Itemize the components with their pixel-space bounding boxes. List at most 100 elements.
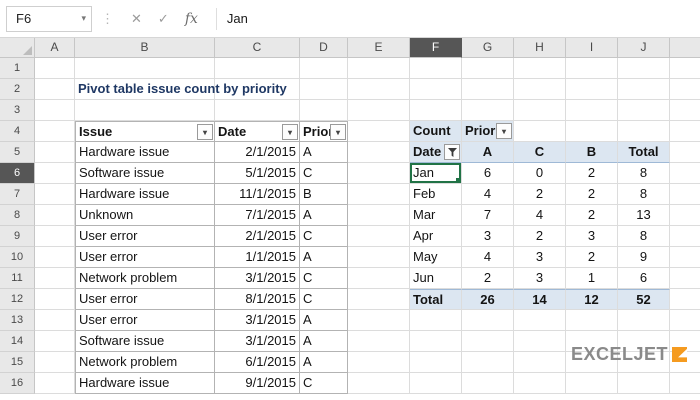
- cell-D11[interactable]: C: [300, 268, 348, 289]
- cell-E16[interactable]: [348, 373, 410, 394]
- cell-G16[interactable]: [462, 373, 514, 394]
- cell-F13[interactable]: [410, 310, 462, 331]
- cell-G2[interactable]: [462, 79, 514, 100]
- cell-C12[interactable]: 8/1/2015: [215, 289, 300, 310]
- cell-D12[interactable]: C: [300, 289, 348, 310]
- cell-G12[interactable]: 26: [462, 289, 514, 310]
- row-header-16[interactable]: 16: [0, 373, 35, 394]
- cell-B11[interactable]: Network problem: [75, 268, 215, 289]
- cell-C5[interactable]: 2/1/2015: [215, 142, 300, 163]
- cell-I2[interactable]: [566, 79, 618, 100]
- cell-G6[interactable]: 6: [462, 163, 514, 184]
- cell-H12[interactable]: 14: [514, 289, 566, 310]
- cell-D4[interactable]: Priori ▾: [300, 121, 348, 142]
- cell-E10[interactable]: [348, 247, 410, 268]
- filter-dropdown-button[interactable]: ▾: [496, 123, 512, 139]
- cell-A15[interactable]: [35, 352, 75, 373]
- cell-F3[interactable]: [410, 100, 462, 121]
- cell-B7[interactable]: Hardware issue: [75, 184, 215, 205]
- cell-E13[interactable]: [348, 310, 410, 331]
- column-header-A[interactable]: A: [35, 38, 75, 58]
- cell-C4[interactable]: Date ▾: [215, 121, 300, 142]
- cell-G5[interactable]: A: [462, 142, 514, 163]
- cell-D1[interactable]: [300, 58, 348, 79]
- cell-A13[interactable]: [35, 310, 75, 331]
- cell-J3[interactable]: [618, 100, 670, 121]
- cell-B9[interactable]: User error: [75, 226, 215, 247]
- cell-E11[interactable]: [348, 268, 410, 289]
- cell-B16[interactable]: Hardware issue: [75, 373, 215, 394]
- column-header-H[interactable]: H: [514, 38, 566, 58]
- cell-C3[interactable]: [215, 100, 300, 121]
- column-header-B[interactable]: B: [75, 38, 215, 58]
- cell-G7[interactable]: 4: [462, 184, 514, 205]
- name-box[interactable]: F6 ▾: [6, 5, 92, 32]
- cell-B14[interactable]: Software issue: [75, 331, 215, 352]
- cell-J6[interactable]: 8: [618, 163, 670, 184]
- row-header-4[interactable]: 4: [0, 121, 35, 142]
- cell-G1[interactable]: [462, 58, 514, 79]
- cell-G3[interactable]: [462, 100, 514, 121]
- row-header-12[interactable]: 12: [0, 289, 35, 310]
- cell-I13[interactable]: [566, 310, 618, 331]
- cell-D7[interactable]: B: [300, 184, 348, 205]
- row-header-5[interactable]: 5: [0, 142, 35, 163]
- cell-H1[interactable]: [514, 58, 566, 79]
- row-header-3[interactable]: 3: [0, 100, 35, 121]
- cell-C14[interactable]: 3/1/2015: [215, 331, 300, 352]
- cell-F14[interactable]: [410, 331, 462, 352]
- cell-B8[interactable]: Unknown: [75, 205, 215, 226]
- cell-C16[interactable]: 9/1/2015: [215, 373, 300, 394]
- cell-E9[interactable]: [348, 226, 410, 247]
- cell-F2[interactable]: [410, 79, 462, 100]
- cell-A16[interactable]: [35, 373, 75, 394]
- cell-C9[interactable]: 2/1/2015: [215, 226, 300, 247]
- cell-D16[interactable]: C: [300, 373, 348, 394]
- cell-F7[interactable]: Feb: [410, 184, 462, 205]
- cell-B1[interactable]: [75, 58, 215, 79]
- cell-A4[interactable]: [35, 121, 75, 142]
- cell-C8[interactable]: 7/1/2015: [215, 205, 300, 226]
- cell-F10[interactable]: May: [410, 247, 462, 268]
- filter-dropdown-button[interactable]: ▾: [330, 124, 346, 140]
- cell-H5[interactable]: C: [514, 142, 566, 163]
- cell-J5[interactable]: Total: [618, 142, 670, 163]
- cell-A8[interactable]: [35, 205, 75, 226]
- row-header-6[interactable]: 6: [0, 163, 35, 184]
- cell-F1[interactable]: [410, 58, 462, 79]
- cell-G11[interactable]: 2: [462, 268, 514, 289]
- cell-D2[interactable]: [300, 79, 348, 100]
- cell-F5[interactable]: Date: [410, 142, 462, 163]
- filter-dropdown-button[interactable]: ▾: [282, 124, 298, 140]
- cancel-icon[interactable]: ✕: [131, 11, 142, 27]
- column-header-F[interactable]: F: [410, 38, 462, 58]
- cell-A6[interactable]: [35, 163, 75, 184]
- cell-B15[interactable]: Network problem: [75, 352, 215, 373]
- row-header-15[interactable]: 15: [0, 352, 35, 373]
- column-header-I[interactable]: I: [566, 38, 618, 58]
- cell-F16[interactable]: [410, 373, 462, 394]
- cell-C15[interactable]: 6/1/2015: [215, 352, 300, 373]
- cell-E5[interactable]: [348, 142, 410, 163]
- row-header-1[interactable]: 1: [0, 58, 35, 79]
- select-all-button[interactable]: [0, 38, 35, 58]
- row-header-8[interactable]: 8: [0, 205, 35, 226]
- cell-A7[interactable]: [35, 184, 75, 205]
- column-header-E[interactable]: E: [348, 38, 410, 58]
- row-header-7[interactable]: 7: [0, 184, 35, 205]
- cell-H4[interactable]: [514, 121, 566, 142]
- cell-I8[interactable]: 2: [566, 205, 618, 226]
- cell-I5[interactable]: B: [566, 142, 618, 163]
- formula-input[interactable]: Jan: [227, 11, 248, 26]
- cell-B3[interactable]: [75, 100, 215, 121]
- cell-H14[interactable]: [514, 331, 566, 352]
- cell-G15[interactable]: [462, 352, 514, 373]
- cell-E4[interactable]: [348, 121, 410, 142]
- row-header-14[interactable]: 14: [0, 331, 35, 352]
- cell-F15[interactable]: [410, 352, 462, 373]
- cell-D3[interactable]: [300, 100, 348, 121]
- cell-D14[interactable]: A: [300, 331, 348, 352]
- cell-A14[interactable]: [35, 331, 75, 352]
- insert-function-icon[interactable]: fx: [185, 11, 198, 27]
- cell-A5[interactable]: [35, 142, 75, 163]
